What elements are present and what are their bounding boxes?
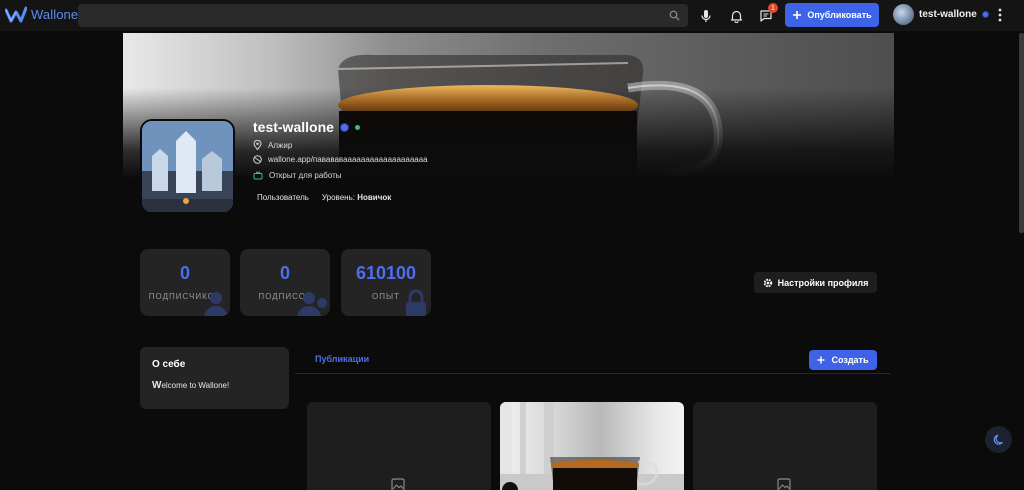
avatar-fantasy-city-image bbox=[142, 121, 233, 212]
publish-button-label: Опубликовать bbox=[807, 10, 872, 20]
create-button-label: Создать bbox=[831, 355, 869, 365]
page-scrollbar[interactable] bbox=[1019, 33, 1024, 233]
experience-value: 610100 bbox=[355, 263, 417, 283]
search-icon[interactable] bbox=[669, 10, 680, 21]
user-menu[interactable]: test-wallone bbox=[893, 4, 989, 25]
following-count: 0 bbox=[279, 263, 290, 283]
search-input[interactable] bbox=[78, 4, 688, 27]
location-icon bbox=[253, 140, 262, 150]
kebab-icon bbox=[998, 8, 1002, 22]
experience-label: опыт bbox=[372, 292, 400, 301]
logo-text: Wallone bbox=[31, 6, 79, 22]
profile-avatar[interactable] bbox=[140, 119, 235, 214]
globe-icon bbox=[253, 155, 262, 164]
logo[interactable]: Wallone bbox=[5, 5, 78, 23]
search-bar[interactable] bbox=[78, 4, 688, 27]
gear-icon bbox=[763, 278, 772, 287]
location-text: Алжир bbox=[268, 140, 293, 150]
stat-card-following[interactable]: 0 подписок bbox=[240, 249, 330, 316]
theme-toggle-button[interactable] bbox=[985, 426, 1012, 453]
more-options-button[interactable] bbox=[994, 7, 1006, 28]
about-text-rest: elcome to Wallone! bbox=[161, 381, 230, 390]
post-card[interactable] bbox=[500, 402, 684, 490]
messages-button[interactable]: 1 bbox=[756, 3, 778, 26]
level-label: Уровень: bbox=[321, 193, 355, 202]
post-coffee-image bbox=[500, 402, 684, 490]
plus-icon bbox=[817, 356, 825, 364]
users-decoration-icon bbox=[204, 292, 228, 316]
about-title: О себе bbox=[152, 359, 186, 370]
profile-website[interactable]: wallone.app/павававааааааааааааааааааа bbox=[253, 155, 428, 164]
briefcase-icon bbox=[253, 171, 263, 180]
image-placeholder-icon bbox=[777, 478, 791, 490]
logo-icon bbox=[5, 6, 27, 23]
about-card: О себе Welcome to Wallone! bbox=[140, 347, 289, 409]
level-value: Новичок bbox=[357, 193, 392, 202]
create-button[interactable]: Создать bbox=[809, 350, 877, 370]
profile-cover-image bbox=[123, 33, 894, 178]
profile-settings-label: Настройки профиля bbox=[777, 277, 869, 288]
voice-search-button[interactable] bbox=[696, 6, 716, 26]
followers-count: 0 bbox=[179, 263, 190, 283]
profile-settings-button[interactable]: Настройки профиля bbox=[754, 272, 877, 293]
messages-count-badge: 1 bbox=[768, 3, 778, 13]
verified-badge-icon bbox=[339, 122, 349, 132]
website-link[interactable]: wallone.app/павававааааааааааааааааааа bbox=[268, 155, 428, 164]
profile-work-status: Открыт для работы bbox=[253, 171, 342, 180]
post-card[interactable] bbox=[307, 402, 491, 490]
plus-icon bbox=[793, 11, 802, 19]
users-decoration-icon bbox=[297, 292, 327, 316]
online-status-icon bbox=[354, 124, 360, 130]
about-text: Welcome to Wallone! bbox=[152, 380, 277, 391]
bell-icon bbox=[730, 10, 742, 23]
lock-decoration-icon bbox=[406, 289, 426, 316]
post-card[interactable] bbox=[693, 402, 877, 490]
tabs-divider bbox=[295, 373, 890, 374]
profile-username: test-wallone bbox=[253, 119, 334, 135]
profile-tags: Пользователь Уровень: Новичок bbox=[257, 193, 391, 202]
moon-icon bbox=[993, 434, 1003, 445]
stat-card-followers[interactable]: 0 подписчиков bbox=[140, 249, 230, 316]
image-placeholder-icon bbox=[391, 478, 405, 490]
avatar bbox=[893, 4, 914, 25]
profile-username-row: test-wallone bbox=[253, 119, 360, 135]
verified-badge-icon bbox=[981, 11, 989, 18]
role-tag: Пользователь bbox=[257, 193, 309, 202]
notifications-button[interactable] bbox=[726, 6, 746, 26]
tab-publications[interactable]: Публикации bbox=[315, 354, 369, 364]
work-status-text: Открыт для работы bbox=[269, 171, 342, 180]
stat-card-experience[interactable]: 610100 опыт bbox=[341, 249, 431, 316]
microphone-icon bbox=[701, 10, 711, 22]
header-username: test-wallone bbox=[919, 9, 977, 20]
profile-location: Алжир bbox=[253, 140, 292, 150]
top-bar: Wallone 1 Опубликовать test-wallone bbox=[0, 0, 1024, 31]
publish-button[interactable]: Опубликовать bbox=[785, 3, 879, 27]
level-tag: Уровень: Новичок bbox=[322, 193, 391, 202]
